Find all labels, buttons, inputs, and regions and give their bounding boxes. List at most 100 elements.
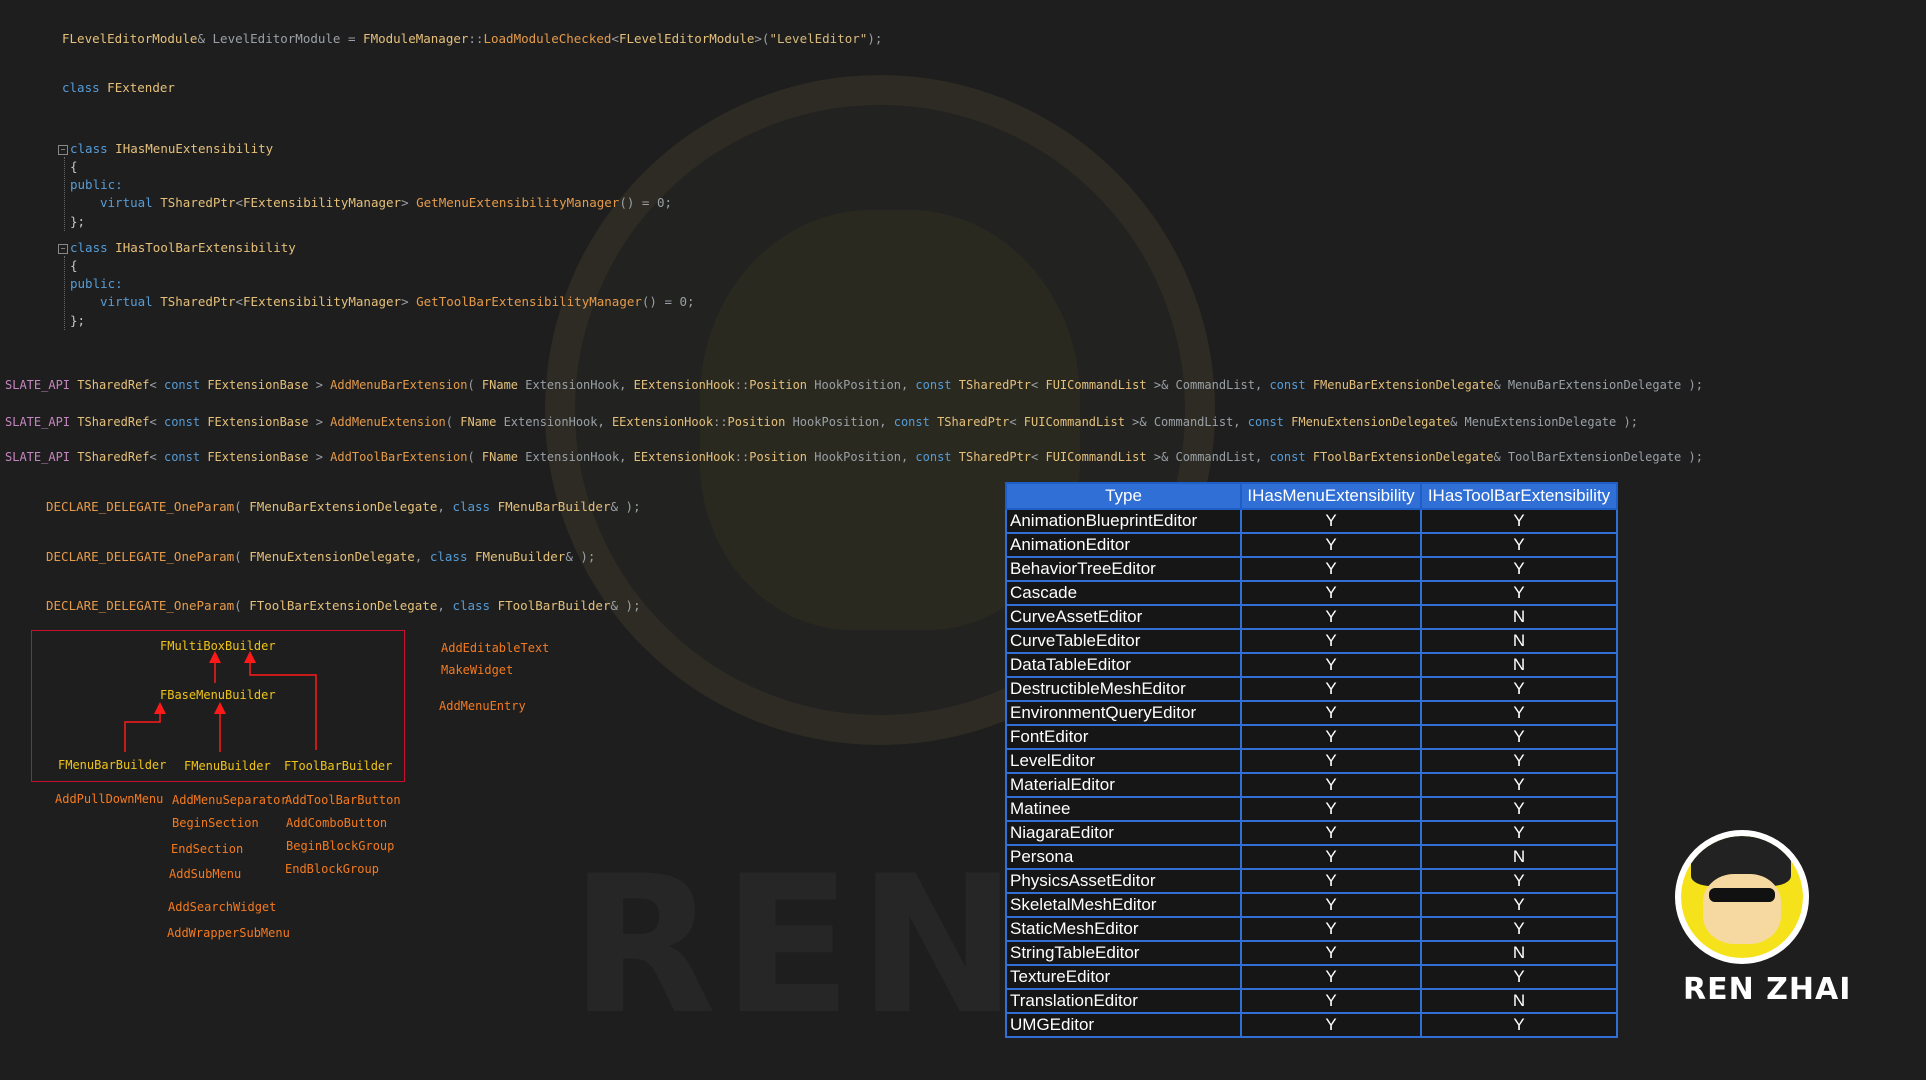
table-row: Matinee Y Y <box>1005 796 1618 822</box>
table-row: TranslationEditor Y N <box>1005 988 1618 1014</box>
cell-menu: Y <box>1240 796 1422 822</box>
column-header-toolbar: IHasToolBarExtensibility <box>1420 482 1618 510</box>
cell-menu: Y <box>1240 700 1422 726</box>
cell-type: DataTableEditor <box>1005 652 1242 678</box>
table-row: AnimationEditor Y Y <box>1005 532 1618 558</box>
column-header-type: Type <box>1005 482 1242 510</box>
method-label: AddMenuEntry <box>439 699 526 713</box>
node-menubar-builder: FMenuBarBuilder <box>58 758 167 772</box>
cell-type: Persona <box>1005 844 1242 870</box>
extensibility-table: Type IHasMenuExtensibility IHasToolBarEx… <box>1005 482 1618 1038</box>
table-row: EnvironmentQueryEditor Y Y <box>1005 700 1618 726</box>
cell-toolbar: Y <box>1420 916 1618 942</box>
cell-type: AnimationBlueprintEditor <box>1005 508 1242 534</box>
cell-toolbar: Y <box>1420 868 1618 894</box>
cell-type: EnvironmentQueryEditor <box>1005 700 1242 726</box>
cell-toolbar: N <box>1420 604 1618 630</box>
cell-toolbar: Y <box>1420 964 1618 990</box>
cell-type: LevelEditor <box>1005 748 1242 774</box>
cell-menu: Y <box>1240 580 1422 606</box>
cell-menu: Y <box>1240 940 1422 966</box>
cell-toolbar: N <box>1420 652 1618 678</box>
method-label: AddMenuSeparator <box>172 793 288 807</box>
cell-menu: Y <box>1240 844 1422 870</box>
cell-menu: Y <box>1240 724 1422 750</box>
cell-menu: Y <box>1240 916 1422 942</box>
brand-name: REN ZHAI <box>1683 972 1852 1007</box>
cell-type: MaterialEditor <box>1005 772 1242 798</box>
cell-menu: Y <box>1240 628 1422 654</box>
node-toolbar-builder: FToolBarBuilder <box>284 759 393 773</box>
method-label: AddToolBarButton <box>285 793 401 807</box>
node-multibox-builder: FMultiBoxBuilder <box>160 639 276 653</box>
method-label: EndSection <box>171 842 244 856</box>
table-row: FontEditor Y Y <box>1005 724 1618 750</box>
cell-toolbar: Y <box>1420 676 1618 702</box>
cell-type: DestructibleMeshEditor <box>1005 676 1242 702</box>
table-header-row: Type IHasMenuExtensibility IHasToolBarEx… <box>1005 482 1618 510</box>
cell-type: Matinee <box>1005 796 1242 822</box>
cell-toolbar: N <box>1420 988 1618 1014</box>
table-row: StringTableEditor Y N <box>1005 940 1618 966</box>
cell-type: StaticMeshEditor <box>1005 916 1242 942</box>
table-row: BehaviorTreeEditor Y Y <box>1005 556 1618 582</box>
cell-menu: Y <box>1240 820 1422 846</box>
cell-menu: Y <box>1240 652 1422 678</box>
method-label: EndBlockGroup <box>285 862 379 876</box>
method-label: BeginBlockGroup <box>286 839 395 853</box>
table-row: NiagaraEditor Y Y <box>1005 820 1618 846</box>
cell-toolbar: Y <box>1420 724 1618 750</box>
cell-menu: Y <box>1240 1012 1422 1038</box>
column-header-menu: IHasMenuExtensibility <box>1240 482 1422 510</box>
method-label: BeginSection <box>172 816 259 830</box>
cell-toolbar: Y <box>1420 508 1618 534</box>
table-row: LevelEditor Y Y <box>1005 748 1618 774</box>
cell-toolbar: Y <box>1420 580 1618 606</box>
cell-menu: Y <box>1240 676 1422 702</box>
method-label: AddSearchWidget <box>168 900 277 914</box>
cell-type: SkeletalMeshEditor <box>1005 892 1242 918</box>
cell-type: CurveTableEditor <box>1005 628 1242 654</box>
method-label: MakeWidget <box>441 663 514 677</box>
table-row: MaterialEditor Y Y <box>1005 772 1618 798</box>
cell-menu: Y <box>1240 508 1422 534</box>
cell-toolbar: Y <box>1420 700 1618 726</box>
cell-type: AnimationEditor <box>1005 532 1242 558</box>
table-row: UMGEditor Y Y <box>1005 1012 1618 1038</box>
cell-menu: Y <box>1240 556 1422 582</box>
node-base-menu-builder: FBaseMenuBuilder <box>160 688 276 702</box>
table-row: CurveAssetEditor Y N <box>1005 604 1618 630</box>
cell-toolbar: N <box>1420 628 1618 654</box>
table-row: TextureEditor Y Y <box>1005 964 1618 990</box>
cell-menu: Y <box>1240 964 1422 990</box>
method-label: AddWrapperSubMenu <box>167 926 290 940</box>
cell-type: Cascade <box>1005 580 1242 606</box>
arrow-menubar-to-mid <box>124 702 166 752</box>
cell-menu: Y <box>1240 868 1422 894</box>
cell-toolbar: N <box>1420 844 1618 870</box>
cell-toolbar: N <box>1420 940 1618 966</box>
method-label: AddSubMenu <box>169 867 242 881</box>
cell-type: PhysicsAssetEditor <box>1005 868 1242 894</box>
cell-toolbar: Y <box>1420 556 1618 582</box>
table-row: DestructibleMeshEditor Y Y <box>1005 676 1618 702</box>
cell-toolbar: Y <box>1420 532 1618 558</box>
cell-menu: Y <box>1240 772 1422 798</box>
cell-menu: Y <box>1240 604 1422 630</box>
table-row: PhysicsAssetEditor Y Y <box>1005 868 1618 894</box>
table-row: StaticMeshEditor Y Y <box>1005 916 1618 942</box>
method-label: AddEditableText <box>441 641 550 655</box>
cell-toolbar: Y <box>1420 892 1618 918</box>
cell-toolbar: Y <box>1420 796 1618 822</box>
cell-toolbar: Y <box>1420 1012 1618 1038</box>
cell-menu: Y <box>1240 988 1422 1014</box>
cell-type: TranslationEditor <box>1005 988 1242 1014</box>
method-label: AddComboButton <box>286 816 388 830</box>
cell-toolbar: Y <box>1420 820 1618 846</box>
table-row: DataTableEditor Y N <box>1005 652 1618 678</box>
node-menu-builder: FMenuBuilder <box>184 759 271 773</box>
cell-menu: Y <box>1240 532 1422 558</box>
cell-toolbar: Y <box>1420 748 1618 774</box>
table-row: Persona Y N <box>1005 844 1618 870</box>
method-label: AddPullDownMenu <box>55 792 164 806</box>
